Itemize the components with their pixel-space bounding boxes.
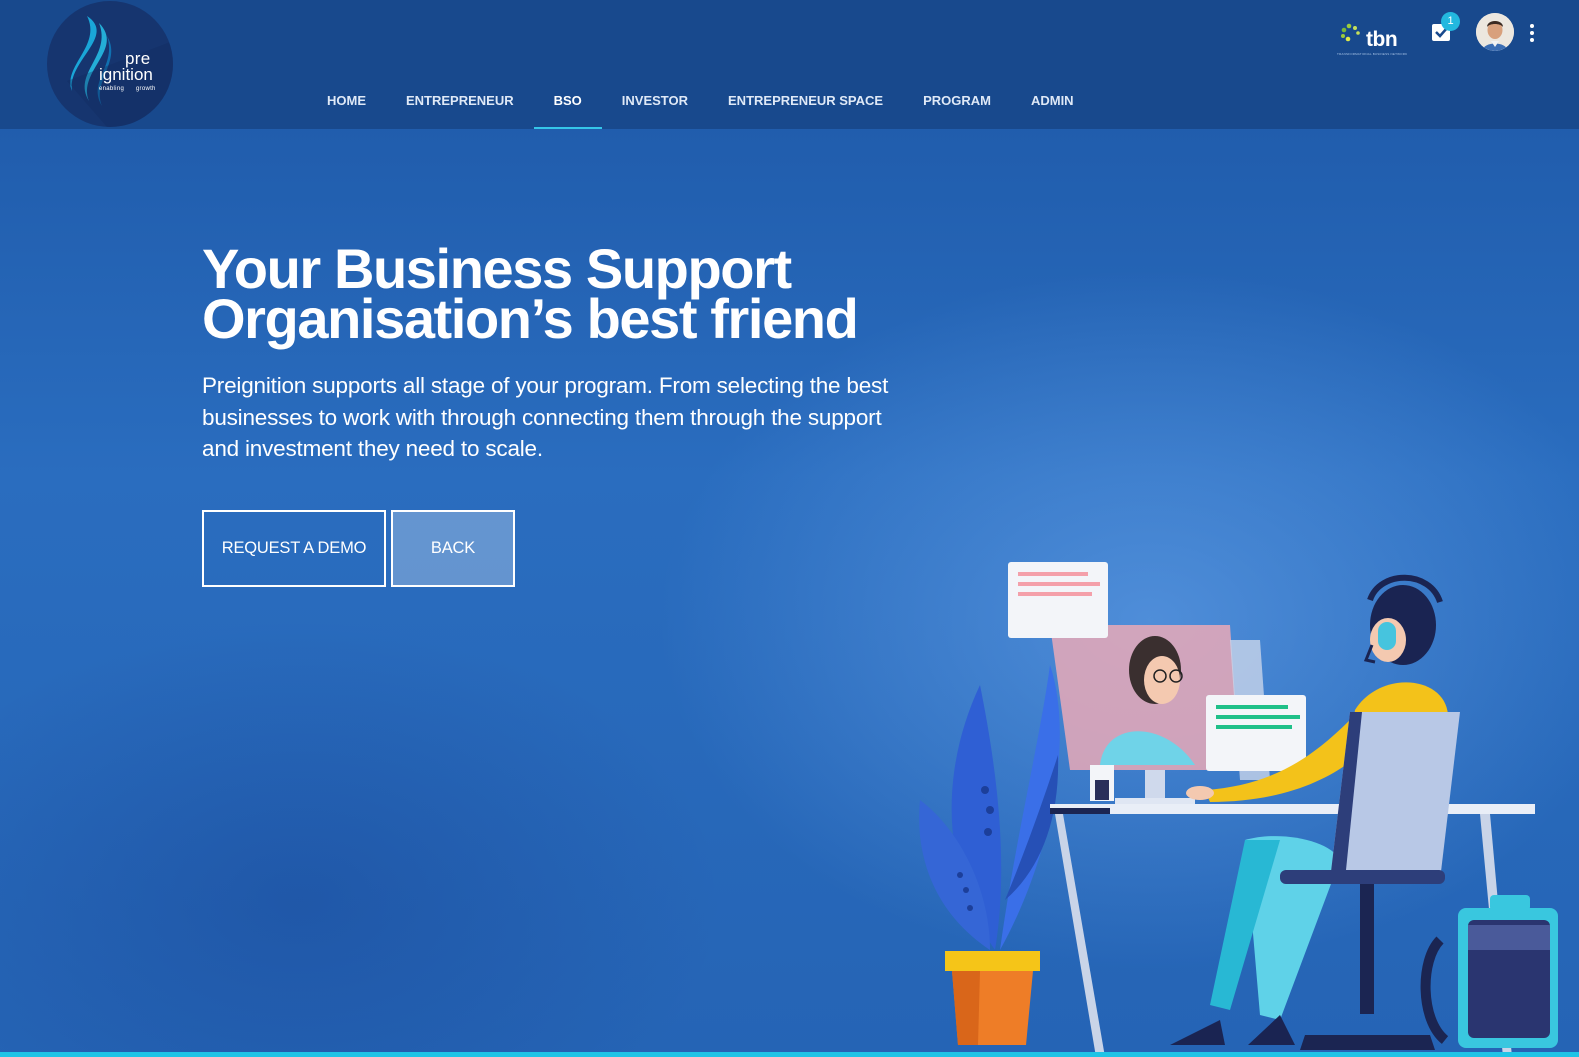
user-photo-icon [1476,13,1514,51]
preignition-logo[interactable]: pre ignition enabling growth [47,1,173,127]
back-button[interactable]: BACK [391,510,515,587]
hero-subtitle: Preignition supports all stage of your p… [202,373,889,461]
nav-bso[interactable]: BSO [533,82,602,129]
nav-entrepreneur[interactable]: ENTREPRENEUR [386,82,534,129]
tbn-wordmark: tbn [1366,28,1398,51]
nav-home[interactable]: HOME [307,82,386,129]
user-avatar[interactable] [1476,13,1514,51]
bottom-accent-line [0,1052,1579,1057]
hero-title: Your Business Support Organisation’s bes… [202,237,859,350]
main-nav: HOME ENTREPRENEUR BSO INVESTOR ENTREPREN… [307,82,1094,129]
more-vertical-icon[interactable] [1525,22,1539,44]
backpack-illustration [1420,895,1558,1048]
tbn-subtext: TRANSFORMATIONAL BUSINESS NETWORK [1337,52,1408,56]
tbn-partner-logo[interactable]: tbn TRANSFORMATIONAL BUSINESS NETWORK [1337,20,1407,58]
tasks-count-badge: 1 [1441,12,1460,31]
flame-icon [67,16,173,127]
nav-investor[interactable]: INVESTOR [602,82,708,129]
request-demo-button[interactable]: REQUEST A DEMO [202,510,386,587]
top-header: pre ignition enabling growth HOME ENTREP… [0,0,1579,129]
chat-card-pink [1008,562,1108,638]
nav-entrepreneur-space[interactable]: ENTREPRENEUR SPACE [708,82,903,129]
logo-tagline: enabling growth [99,86,156,92]
nav-admin[interactable]: ADMIN [1011,82,1094,129]
plant-illustration [919,665,1060,1045]
chat-card-green [1206,695,1306,771]
nav-program[interactable]: PROGRAM [903,82,1011,129]
logo-word-ignition: ignition [99,65,153,84]
tbn-dots-icon [1341,23,1360,42]
office-illustration [919,562,1558,1057]
